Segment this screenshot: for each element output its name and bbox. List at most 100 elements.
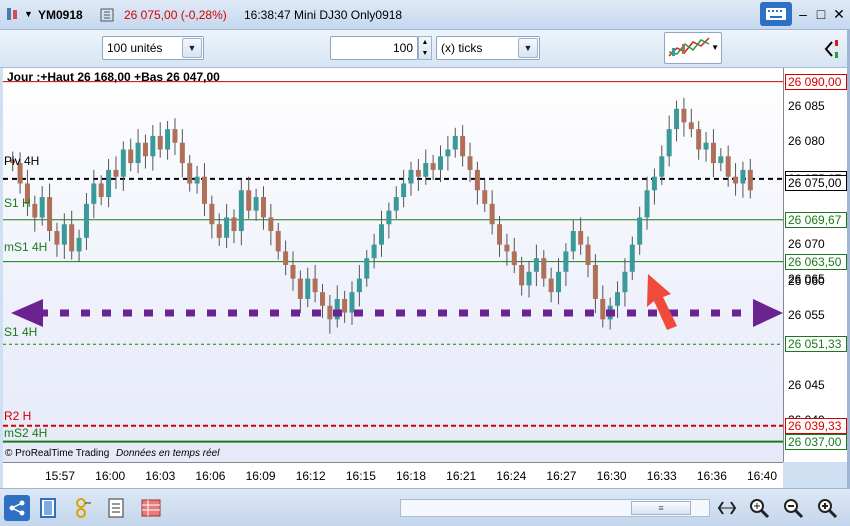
ticks-count-input[interactable]: 100 — [330, 36, 418, 60]
candle-body — [592, 265, 598, 299]
arrow-right-icon — [753, 299, 783, 327]
candle-body — [187, 163, 193, 184]
price-tick: 26 080 — [788, 134, 825, 148]
candle-body — [216, 224, 222, 238]
ticks-mode-select[interactable]: (x) ticks ▼ — [436, 36, 540, 60]
price-level-box: 26 039,33 — [785, 417, 847, 434]
candle-body — [120, 149, 126, 177]
candle-body — [165, 129, 171, 150]
candle-body — [725, 156, 731, 177]
order-list-icon[interactable] — [104, 495, 130, 521]
level-label-r2-h: R2 H — [4, 409, 32, 423]
zoom-fit-icon[interactable] — [746, 495, 772, 521]
share-icon[interactable] — [4, 495, 30, 521]
drawing-tool-icon[interactable] — [70, 495, 96, 521]
toggle-icon[interactable] — [2, 2, 22, 26]
side-panel-toggle-icon[interactable] — [822, 36, 844, 62]
chevron-down-icon[interactable]: ▼ — [518, 38, 538, 58]
candle-body — [47, 197, 53, 232]
candle-body — [438, 156, 444, 170]
candle-body — [637, 217, 643, 245]
candle-body — [452, 135, 458, 150]
maximize-button[interactable]: □ — [812, 4, 830, 24]
candle-body — [393, 197, 399, 211]
candle-body — [666, 129, 672, 157]
candle-body — [246, 190, 252, 211]
price-level-box: 26 075,00 — [785, 175, 847, 192]
time-tick: 16:09 — [245, 469, 276, 483]
candle-body — [511, 251, 517, 265]
spin-up-icon[interactable]: ▲ — [419, 37, 431, 48]
keyboard-icon[interactable] — [760, 2, 792, 26]
candlestick-chart[interactable] — [3, 68, 783, 462]
scrollbar-thumb[interactable]: ≡ — [631, 501, 691, 515]
time-tick: 16:03 — [145, 469, 176, 483]
candle-body — [740, 169, 746, 184]
candle-body — [98, 183, 104, 198]
candle-body — [327, 305, 333, 320]
zoom-in-icon[interactable] — [814, 495, 840, 521]
candle-body — [674, 108, 680, 130]
candle-body — [128, 149, 134, 164]
candle-body — [76, 237, 82, 252]
symbol-dropdown-icon[interactable]: ▼ — [24, 9, 33, 19]
candle-body — [504, 244, 510, 252]
fit-width-icon[interactable] — [714, 495, 740, 521]
time-tick: 16:12 — [295, 469, 326, 483]
candle-body — [415, 169, 421, 177]
copyright-text: © ProRealTime Trading — [5, 448, 110, 459]
time-tick: 16:00 — [95, 469, 126, 483]
candle-body — [356, 278, 362, 293]
symbol-label[interactable]: YM0918 — [38, 8, 83, 22]
candle-body — [460, 135, 466, 157]
candle-body — [371, 244, 377, 259]
time-tick: 16:06 — [195, 469, 226, 483]
time-tick: 15:57 — [45, 469, 76, 483]
candle-body — [585, 244, 591, 265]
candle-body — [578, 231, 584, 245]
candle-body — [312, 278, 318, 293]
table-icon[interactable] — [138, 495, 164, 521]
time-tick: 16:27 — [546, 469, 577, 483]
copyright-note: © ProRealTime Trading Données en temps r… — [5, 448, 219, 459]
time-tick: 16:33 — [646, 469, 677, 483]
candle-body — [179, 142, 185, 164]
level-label-piv-4h: Piv 4H — [4, 154, 40, 168]
chart-plot[interactable]: Jour :+Haut 26 168,00 +Bas 26 047,00 Piv… — [3, 68, 783, 462]
price-tick: 26 060 — [788, 274, 825, 288]
candle-body — [157, 135, 163, 150]
realtime-text: Données en temps réel — [116, 448, 220, 459]
zoom-out-icon[interactable] — [780, 495, 806, 521]
candle-body — [474, 169, 480, 191]
close-icon: ✕ — [833, 5, 845, 22]
candle-body — [651, 176, 657, 191]
candle-body — [533, 258, 539, 272]
title-bar: ▼ YM0918 26 075,00 (-0,28%) 16:38:47 Min… — [0, 0, 850, 30]
candle-body — [445, 149, 451, 157]
minimize-button[interactable]: – — [794, 4, 812, 24]
ticks-spinner[interactable]: ▲ ▼ — [418, 36, 432, 60]
spin-down-icon[interactable]: ▼ — [419, 48, 431, 59]
candle-body — [349, 292, 355, 313]
candle-body — [497, 224, 503, 245]
indicators-button[interactable]: ▼ — [664, 32, 722, 64]
ticks-count-value: 100 — [392, 41, 413, 55]
candle-body — [69, 224, 75, 252]
instrument-title: 16:38:47 Mini DJ30 Only0918 — [244, 8, 403, 22]
price-tick: 26 070 — [788, 237, 825, 251]
close-button[interactable]: ✕ — [830, 4, 848, 24]
compare-icon[interactable] — [96, 3, 118, 27]
chevron-down-icon[interactable]: ▼ — [711, 43, 719, 52]
level-label-ms1-4h: mS1 4H — [4, 240, 48, 254]
units-select[interactable]: 100 unités ▼ — [102, 36, 204, 60]
day-range-label: Jour :+Haut 26 168,00 +Bas 26 047,00 — [7, 70, 220, 84]
time-tick: 16:36 — [696, 469, 727, 483]
candle-body — [733, 176, 739, 184]
horizontal-scrollbar[interactable]: ≡ — [400, 499, 710, 517]
layout-icon[interactable] — [36, 495, 62, 521]
maximize-icon: □ — [816, 6, 826, 22]
candle-body — [622, 271, 628, 293]
chevron-down-icon[interactable]: ▼ — [182, 38, 202, 58]
candle-body — [319, 292, 325, 306]
candle-body — [364, 258, 370, 279]
